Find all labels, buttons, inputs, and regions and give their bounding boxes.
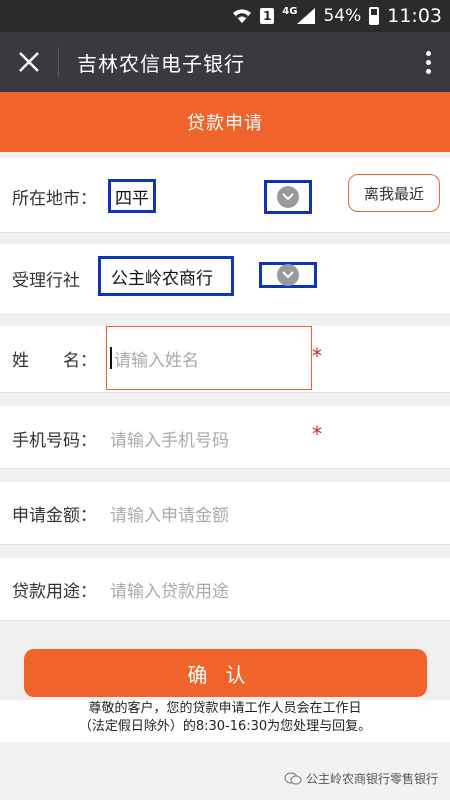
page-title: 贷款申请	[0, 92, 450, 152]
clock: 11:03	[387, 5, 442, 27]
more-vertical-icon[interactable]	[406, 32, 450, 92]
confirm-button[interactable]: 确认	[24, 649, 427, 697]
location-select[interactable]: 四平	[108, 179, 156, 213]
battery-percent: 54%	[323, 6, 362, 26]
chevron-down-icon	[277, 264, 299, 286]
name-required-mark: *	[312, 344, 322, 368]
wechat-icon	[284, 771, 302, 786]
amount-input[interactable]: 请输入申请金额	[110, 501, 229, 526]
app-title: 吉林农信电子银行	[77, 51, 245, 76]
branch-select[interactable]: 公主岭农商行	[98, 256, 234, 296]
name-placeholder: 请输入姓名	[114, 350, 199, 371]
nearest-location-button[interactable]: 离我最近	[348, 174, 440, 212]
notice-line-1: 尊敬的客户，您的贷款申请工作人员会在工作日	[88, 701, 362, 716]
battery-icon	[369, 7, 380, 25]
notice-line-2: （法定假日除外）的8:30-16:30为您处理与回复。	[78, 719, 372, 734]
close-icon[interactable]	[0, 32, 58, 92]
sim-icon: 1	[260, 8, 275, 24]
name-label: 姓 名：	[12, 351, 97, 371]
text-caret	[110, 347, 112, 369]
wifi-icon	[232, 8, 252, 24]
purpose-label: 贷款用途：	[12, 582, 97, 602]
name-input[interactable]: 请输入姓名	[106, 326, 312, 390]
phone-input[interactable]: 请输入手机号码	[110, 426, 229, 451]
watermark-text: 公主岭农商银行零售银行	[305, 772, 438, 786]
location-dropdown-button[interactable]	[264, 180, 312, 214]
title-bar: 吉林农信电子银行	[0, 32, 450, 92]
phone-row: 手机号码： 请输入手机号码 *	[0, 406, 450, 469]
status-bar: 1 4G 54% 11:03	[0, 0, 450, 32]
notice-text: 尊敬的客户，您的贷款申请工作人员会在工作日 （法定假日除外）的8:30-16:3…	[0, 700, 450, 742]
branch-label: 受理行社	[12, 271, 80, 291]
amount-label: 申请金额：	[12, 506, 97, 526]
branch-row: 受理行社 公主岭农商行	[0, 244, 450, 315]
chevron-down-icon	[277, 186, 299, 208]
purpose-row: 贷款用途： 请输入贷款用途	[0, 558, 450, 621]
name-row: 姓 名： 请输入姓名 *	[0, 326, 450, 393]
location-row: 所在地市： 四平 离我最近	[0, 158, 450, 233]
phone-required-mark: *	[312, 422, 322, 446]
purpose-input[interactable]: 请输入贷款用途	[110, 577, 229, 602]
title-divider	[58, 47, 59, 77]
sim-label: 1	[260, 8, 275, 24]
location-label: 所在地市：	[12, 189, 97, 209]
amount-row: 申请金额： 请输入申请金额	[0, 482, 450, 545]
branch-dropdown-button[interactable]	[259, 262, 317, 288]
signal-icon: 4G	[282, 5, 316, 24]
watermark: 公主岭农商银行零售银行	[284, 770, 438, 787]
phone-label: 手机号码：	[12, 431, 97, 451]
network-type: 4G	[282, 5, 298, 17]
